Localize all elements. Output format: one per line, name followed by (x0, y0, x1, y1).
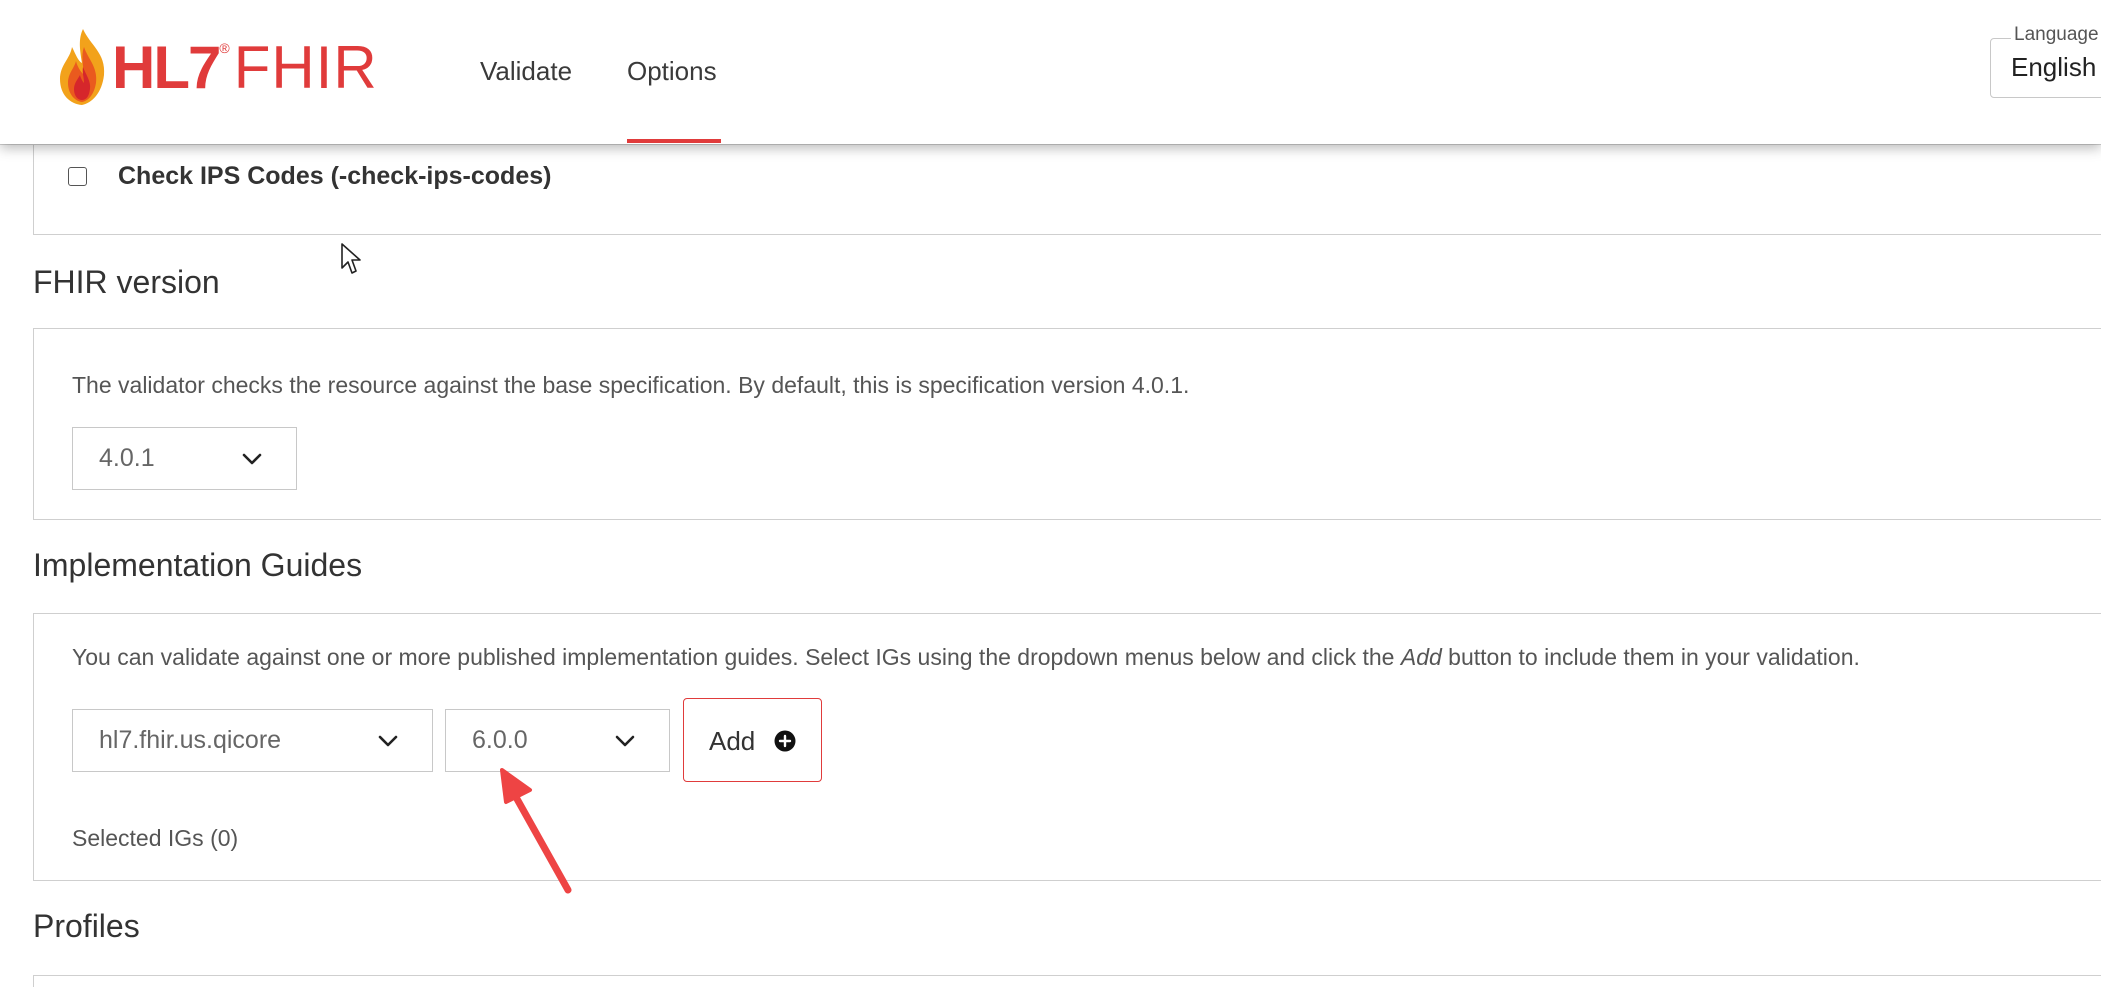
fhir-version-title: FHIR version (33, 264, 220, 300)
ig-name-value: hl7.fhir.us.qicore (99, 726, 282, 754)
fhir-version-value: 4.0.1 (99, 444, 155, 472)
profiles-title: Profiles (33, 908, 140, 944)
annotation-arrow-icon (500, 768, 572, 894)
add-button-label: Add (709, 726, 756, 756)
language-label: Language (2011, 24, 2101, 46)
logo-hl7-text: HL7 (112, 33, 221, 101)
language-value: English (2011, 52, 2097, 82)
implementation-guides-help: You can validate against one or more pub… (72, 644, 1860, 671)
fhir-version-help: The validator checks the resource agains… (72, 372, 1190, 398)
active-tab-indicator (627, 139, 721, 143)
page: HL7 ® FHIR Validate Options Language Eng… (0, 0, 2101, 987)
tab-validate[interactable]: Validate (480, 56, 572, 87)
ig-help-part: You can validate against one or more pub… (72, 644, 1401, 670)
logo-fhir-text: FHIR (233, 33, 378, 101)
selected-igs-count: Selected IGs (0) (72, 825, 239, 851)
ig-version-value: 6.0.0 (472, 726, 528, 754)
fhir-version-select[interactable]: 4.0.1 (72, 427, 297, 490)
logo-registered-mark: ® (219, 40, 230, 56)
fhir-version-panel (33, 328, 2101, 520)
chevron-down-icon (615, 735, 635, 747)
chevron-down-icon (242, 453, 262, 465)
app-header: HL7 ® FHIR Validate Options Language Eng… (0, 0, 2101, 144)
check-ips-codes-label: Check IPS Codes (-check-ips-codes) (118, 162, 552, 190)
profiles-panel (33, 975, 2101, 987)
ig-help-emphasis: Add (1400, 644, 1442, 670)
check-ips-codes-checkbox[interactable] (68, 167, 87, 186)
hl7-fhir-logo[interactable]: HL7 ® FHIR (56, 26, 378, 108)
chevron-down-icon (378, 735, 398, 747)
tab-options[interactable]: Options (627, 56, 717, 87)
implementation-guides-title: Implementation Guides (33, 547, 363, 583)
flame-icon (60, 29, 105, 105)
ig-name-select[interactable]: hl7.fhir.us.qicore (72, 709, 433, 772)
mouse-pointer-icon (341, 243, 361, 274)
ig-help-part: button to include them in your validatio… (1441, 644, 1860, 670)
add-ig-button[interactable]: Add (683, 698, 822, 782)
plus-circle-icon (774, 730, 796, 752)
